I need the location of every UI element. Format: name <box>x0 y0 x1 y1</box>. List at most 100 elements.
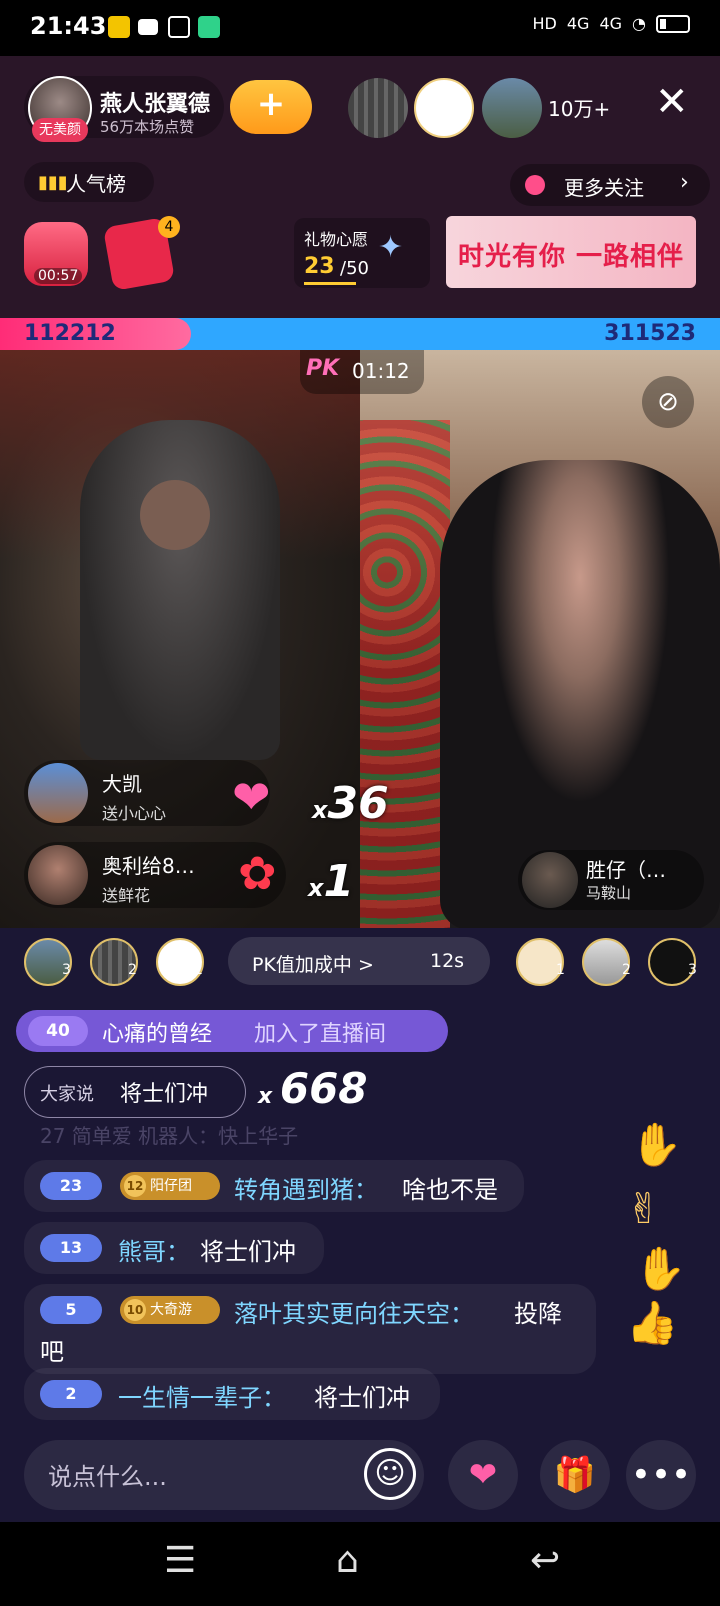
host-name: 燕人张翼德 <box>100 92 211 117</box>
quick-say-count-value: 668 <box>279 1064 368 1113</box>
gift-sender-avatar-2[interactable] <box>28 845 88 905</box>
gift-count-value-1: 36 <box>327 778 389 829</box>
host-tag: 无美颜 <box>32 118 88 142</box>
fan-name: 大奇游 <box>150 1302 192 1318</box>
status-icons: HD 4G 4G ◔ <box>533 14 690 33</box>
left-contributor-rank-2: 2 <box>128 962 137 978</box>
gift-action-2: 送鲜花 <box>102 886 151 905</box>
chat-text: 将士们冲 <box>200 1238 296 1266</box>
chevron-right-icon: › <box>680 170 689 195</box>
follow-button[interactable] <box>230 80 312 134</box>
signal-1-icon: 4G <box>566 14 590 33</box>
chat-text: 将士们冲 <box>314 1384 410 1412</box>
comment-input-placeholder: 说点什么... <box>48 1463 167 1491</box>
wifi-icon: ◔ <box>632 14 646 33</box>
pk-left-score: 112212 <box>24 321 116 346</box>
chat-user-level: 2 <box>40 1380 102 1408</box>
pk-boost-label: PK值加成中 > <box>252 954 374 976</box>
live-dot-icon <box>525 175 545 195</box>
quick-say-count: x 668 <box>258 1064 368 1113</box>
activity-banner-text: 时光有你 一路相伴 <box>458 242 685 272</box>
opponent-location: 马鞍山 <box>586 884 632 902</box>
opponent-avatar[interactable] <box>522 852 578 908</box>
chat-fan-badge: 12 阳仔团 <box>120 1172 220 1200</box>
more-follow-label: 更多关注 <box>564 176 644 200</box>
bar-chart-icon: ▮▮▮ <box>38 172 68 193</box>
host-likes: 56万本场点赞 <box>100 118 195 136</box>
left-contributor-rank-3: 3 <box>62 962 71 978</box>
fan-level: 12 <box>124 1175 146 1197</box>
battery-icon <box>656 14 690 33</box>
heart-gift-button[interactable]: ❤ <box>448 1440 518 1510</box>
chat-text: 啥也不是 <box>402 1176 498 1204</box>
viewer-avatar-3[interactable] <box>482 78 542 138</box>
floating-reactions: ✋ ✌ ✋ 👍 <box>626 1120 706 1360</box>
red-envelope-badge: 4 <box>158 216 180 238</box>
system-nav-bar <box>0 1522 720 1606</box>
right-contributor-rank-3: 3 <box>688 962 697 978</box>
right-contributor-rank-1: 1 <box>556 962 565 978</box>
pk-logo: PK <box>306 356 340 381</box>
lucky-bag-timer: 00:57 <box>34 268 83 284</box>
hand-gesture-icon: ✋ <box>630 1120 683 1169</box>
camera-app-icon <box>198 16 220 38</box>
gift-count-2: x1 <box>308 856 355 907</box>
hand-gesture-icon: ✌ <box>626 1184 662 1233</box>
heart-planet-icon: ❤ <box>232 770 271 824</box>
gift-wish-title: 礼物心愿 <box>304 230 369 249</box>
chat-username[interactable]: 落叶其实更向往天空： <box>234 1294 474 1329</box>
gift-action-1: 送小心心 <box>102 804 167 823</box>
chat-user-level: 23 <box>40 1172 102 1200</box>
chat-user-level: 5 <box>40 1296 102 1324</box>
fan-name: 阳仔团 <box>150 1178 192 1194</box>
pk-boost-time: 12s <box>430 950 465 972</box>
chat-user-level: 13 <box>40 1234 102 1262</box>
viewer-count[interactable]: 10万+ <box>548 93 610 122</box>
qr-app-icon <box>168 16 190 38</box>
fan-level: 10 <box>124 1299 146 1321</box>
pk-time: 01:12 <box>352 359 410 383</box>
gift-sender-avatar-1[interactable] <box>28 763 88 823</box>
mute-icon[interactable]: ⊘ <box>642 376 694 428</box>
viewer-avatar-2[interactable] <box>414 78 474 138</box>
chat-username[interactable]: 一生情一辈子： <box>118 1378 286 1413</box>
status-time: 21:43 <box>30 12 107 40</box>
gift-wish-total: /50 <box>340 258 369 279</box>
menu-icon[interactable]: ☰ <box>164 1540 196 1581</box>
gift-box-icon[interactable]: 🎁 <box>540 1440 610 1510</box>
more-options-icon[interactable]: ••• <box>626 1440 696 1510</box>
opponent-video-backdrop <box>360 420 450 928</box>
close-icon[interactable]: ✕ <box>655 82 689 122</box>
gift-sender-name-1: 大凯 <box>102 772 142 796</box>
signal-2-icon: 4G <box>599 14 623 33</box>
back-icon[interactable]: ↩ <box>530 1540 560 1581</box>
pk-right-score: 311523 <box>604 321 696 346</box>
join-action: 加入了直播间 <box>254 1022 387 1047</box>
chat-text-continued: 吧 <box>40 1338 64 1366</box>
bouquet-icon: ✿ <box>238 846 277 900</box>
hand-gesture-icon: ✋ <box>634 1244 687 1293</box>
notification-app-icon <box>108 16 130 38</box>
quick-say-text: 将士们冲 <box>120 1082 209 1107</box>
emoji-icon[interactable]: ☺ <box>364 1448 416 1500</box>
join-user-level: 40 <box>28 1016 88 1046</box>
chat-fan-badge: 10 大奇游 <box>120 1296 220 1324</box>
home-icon[interactable]: ⌂ <box>336 1540 359 1581</box>
host-video-figure <box>80 420 280 760</box>
gift-sender-name-2: 奥利给8… <box>102 854 195 878</box>
gift-wish-progress-bar <box>304 282 356 285</box>
thumbs-up-icon: 👍 <box>626 1298 679 1347</box>
chat-message-faded: 27 简单爱 机器人：快上华子 <box>40 1124 299 1148</box>
gift-count-value-2: 1 <box>323 856 355 907</box>
gift-wish-current: 23 <box>304 254 335 279</box>
chat-text: 投降 <box>514 1300 562 1328</box>
rank-label: 人气榜 <box>66 172 126 196</box>
left-contributor-rank-1: 1 <box>194 962 203 978</box>
chat-username[interactable]: 转角遇到猪： <box>234 1170 378 1205</box>
viewer-avatar-1[interactable] <box>348 78 408 138</box>
gift-count-1: x36 <box>312 778 389 829</box>
right-contributor-rank-2: 2 <box>622 962 631 978</box>
quick-say-label: 大家说 <box>40 1084 94 1105</box>
join-user-name: 心痛的曾经 <box>102 1022 213 1047</box>
chat-username[interactable]: 熊哥： <box>118 1232 190 1267</box>
